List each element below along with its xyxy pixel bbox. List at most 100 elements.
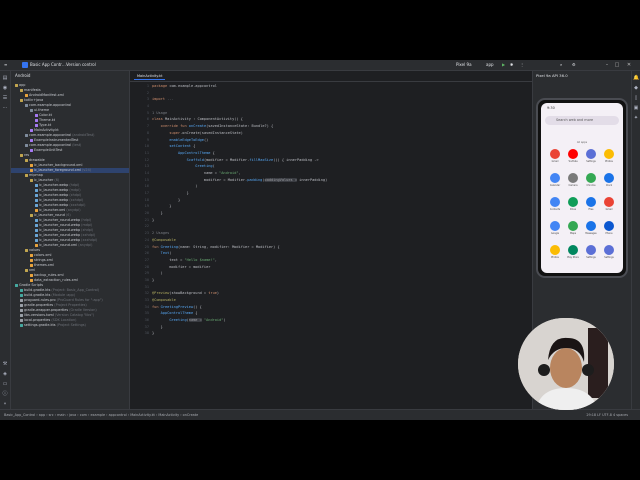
more-actions-icon[interactable]: ⋮ bbox=[520, 62, 524, 68]
emulator-phone[interactable]: 9:30 Search web and more All apps Gmail Y… bbox=[536, 98, 628, 278]
app-icon-messages[interactable]: Messages bbox=[584, 221, 598, 235]
project-switcher[interactable]: Basic App Contr… bbox=[30, 62, 66, 68]
app-icon-settings[interactable]: Settings bbox=[584, 149, 598, 163]
code-line[interactable]: @Composable bbox=[152, 297, 532, 304]
code-line[interactable]: @Preview(showBackground = true) bbox=[152, 290, 532, 297]
code-line[interactable] bbox=[152, 284, 532, 291]
code-line[interactable]: class MainActivity : ComponentActivity()… bbox=[152, 116, 532, 123]
code-line[interactable]: name = "Android", bbox=[152, 170, 532, 177]
code-line[interactable]: AppControlTheme { bbox=[152, 150, 532, 157]
code-line[interactable]: } bbox=[152, 330, 532, 337]
code-line[interactable]: Text( bbox=[152, 250, 532, 257]
code-line[interactable]: super.onCreate(savedInstanceState) bbox=[152, 130, 532, 137]
code-line[interactable] bbox=[152, 90, 532, 97]
problems-tool-icon[interactable]: ⓘ bbox=[2, 391, 8, 397]
app-icon-google[interactable]: Google bbox=[548, 221, 562, 235]
terminal-tool-icon[interactable]: ▭ bbox=[2, 381, 8, 387]
main-menu-icon[interactable]: ≡ bbox=[4, 62, 7, 68]
project-view-selector[interactable]: Android bbox=[15, 73, 30, 78]
app-icon-clock[interactable]: Clock bbox=[602, 173, 616, 187]
more-tools-icon[interactable]: ⋯ bbox=[2, 105, 8, 111]
code-line[interactable]: AppControlTheme { bbox=[152, 310, 532, 317]
commit-tool-icon[interactable]: ◉ bbox=[2, 85, 8, 91]
code-line[interactable]: modifier = Modifier.padding(paddingValue… bbox=[152, 177, 532, 184]
code-line[interactable]: text = "Hello $name!", bbox=[152, 257, 532, 264]
run-icon[interactable]: ▶ bbox=[502, 62, 505, 68]
code-line[interactable]: } bbox=[152, 197, 532, 204]
running-device-tab[interactable]: Pixel 9a API 36.0 bbox=[536, 73, 568, 78]
code-line[interactable]: ) bbox=[152, 183, 532, 190]
code-line[interactable]: @Composable bbox=[152, 237, 532, 244]
app-icon-settings[interactable]: Settings bbox=[602, 245, 616, 259]
gemini-icon[interactable]: ✦ bbox=[633, 115, 639, 121]
tree-item[interactable]: settings.gradle.kts (Project Settings) bbox=[11, 323, 129, 328]
app-icon-calendar[interactable]: Calendar bbox=[548, 173, 562, 187]
logcat-tool-icon[interactable]: ◈ bbox=[2, 371, 8, 377]
tree-item-hint: (hdpi) bbox=[80, 218, 92, 222]
code-editor[interactable]: MainActivity.kt 1 2 3 4 5 6 7 8 9 10 11 12 13 14 15 16 1… bbox=[130, 71, 532, 409]
phone-screen[interactable]: 9:30 Search web and more All apps Gmail Y… bbox=[541, 103, 623, 273]
structure-tool-icon[interactable]: ☰ bbox=[2, 95, 8, 101]
device-selector[interactable]: Pixel 9a bbox=[456, 62, 472, 68]
code-line[interactable]: import ... bbox=[152, 96, 532, 103]
code-line[interactable]: modifier = modifier bbox=[152, 264, 532, 271]
app-icon-youtube[interactable]: YouTube bbox=[566, 149, 580, 163]
app-icon-gmail[interactable]: Gmail bbox=[548, 149, 562, 163]
running-devices-icon[interactable]: ▣ bbox=[633, 105, 639, 111]
device-manager-icon[interactable]: ▯ bbox=[633, 95, 639, 101]
code-line[interactable]: } bbox=[152, 277, 532, 284]
code-line[interactable]: Scaffold(modifier = Modifier.fillMaxSize… bbox=[152, 157, 532, 164]
run-config-selector[interactable]: app bbox=[486, 62, 494, 68]
code-line[interactable]: ) bbox=[152, 270, 532, 277]
status-right-info[interactable]: 29:18 LF UTF-8 4 spaces bbox=[586, 413, 628, 417]
line-number: 22 bbox=[144, 224, 149, 229]
debug-icon[interactable]: ✱ bbox=[510, 62, 513, 68]
code-line[interactable]: Greeting(name = "Android") bbox=[152, 317, 532, 324]
app-icon-maps[interactable]: Maps bbox=[566, 221, 580, 235]
code-line[interactable]: Greeting( bbox=[152, 163, 532, 170]
code-line[interactable]: setContent { bbox=[152, 143, 532, 150]
minimize-icon[interactable]: – bbox=[604, 62, 610, 68]
code-line[interactable]: 1 Usage bbox=[152, 110, 532, 117]
phone-search-bar[interactable]: Search web and more bbox=[545, 116, 619, 125]
code-line[interactable] bbox=[152, 103, 532, 110]
project-tool-icon[interactable]: ▤ bbox=[2, 75, 8, 81]
git-tool-icon[interactable]: ⑂ bbox=[2, 401, 8, 407]
code-line[interactable]: } bbox=[152, 217, 532, 224]
app-icon-drive[interactable]: Drive bbox=[566, 197, 580, 211]
code-line[interactable] bbox=[152, 223, 532, 230]
maximize-icon[interactable]: □ bbox=[614, 62, 620, 68]
app-icon-gmail[interactable]: Gmail bbox=[602, 197, 616, 211]
app-icon-photos[interactable]: Photos bbox=[602, 149, 616, 163]
app-icon-play-store[interactable]: Play Store bbox=[566, 245, 580, 259]
app-icon-files[interactable]: Files bbox=[584, 197, 598, 211]
gradle-tool-icon[interactable]: ◆ bbox=[633, 85, 639, 91]
app-icon-chrome[interactable]: Chrome bbox=[584, 173, 598, 187]
code-line[interactable]: fun GreetingPreview() { bbox=[152, 304, 532, 311]
vcs-menu[interactable]: Version control bbox=[66, 62, 96, 68]
breadcrumb[interactable]: Basic_App_Control › app › src › main › j… bbox=[4, 413, 198, 417]
code-line[interactable]: override fun onCreate(savedInstanceState… bbox=[152, 123, 532, 130]
tab-mainactivity[interactable]: MainActivity.kt bbox=[134, 73, 166, 80]
code-line[interactable]: package com.example.appcontrol bbox=[152, 83, 532, 90]
settings-icon[interactable]: ⚙ bbox=[572, 62, 576, 68]
app-icon-contacts[interactable]: Contacts bbox=[548, 197, 562, 211]
app-icon-camera[interactable]: Camera bbox=[566, 173, 580, 187]
code-line[interactable]: } bbox=[152, 324, 532, 331]
code-line[interactable]: } bbox=[152, 203, 532, 210]
search-icon[interactable]: ⌕ bbox=[560, 62, 562, 68]
build-tool-icon[interactable]: ⚒ bbox=[2, 361, 8, 367]
code-line[interactable]: } bbox=[152, 190, 532, 197]
code-line[interactable]: } bbox=[152, 210, 532, 217]
code-line[interactable]: 2 Usages bbox=[152, 230, 532, 237]
notifications-icon[interactable]: 🔔 bbox=[633, 75, 639, 81]
app-icon-settings[interactable]: Settings bbox=[584, 245, 598, 259]
file-icon bbox=[20, 313, 23, 317]
app-icon-phone[interactable]: Phone bbox=[602, 221, 616, 235]
code-line[interactable]: fun Greeting(name: String, modifier: Mod… bbox=[152, 244, 532, 251]
app-icon-photos[interactable]: Photos bbox=[548, 245, 562, 259]
code-area[interactable]: package com.example.appcontrol import ..… bbox=[152, 83, 532, 337]
close-icon[interactable]: ✕ bbox=[626, 62, 632, 68]
code-line[interactable]: enableEdgeToEdge() bbox=[152, 137, 532, 144]
line-number: 7 bbox=[146, 124, 149, 129]
